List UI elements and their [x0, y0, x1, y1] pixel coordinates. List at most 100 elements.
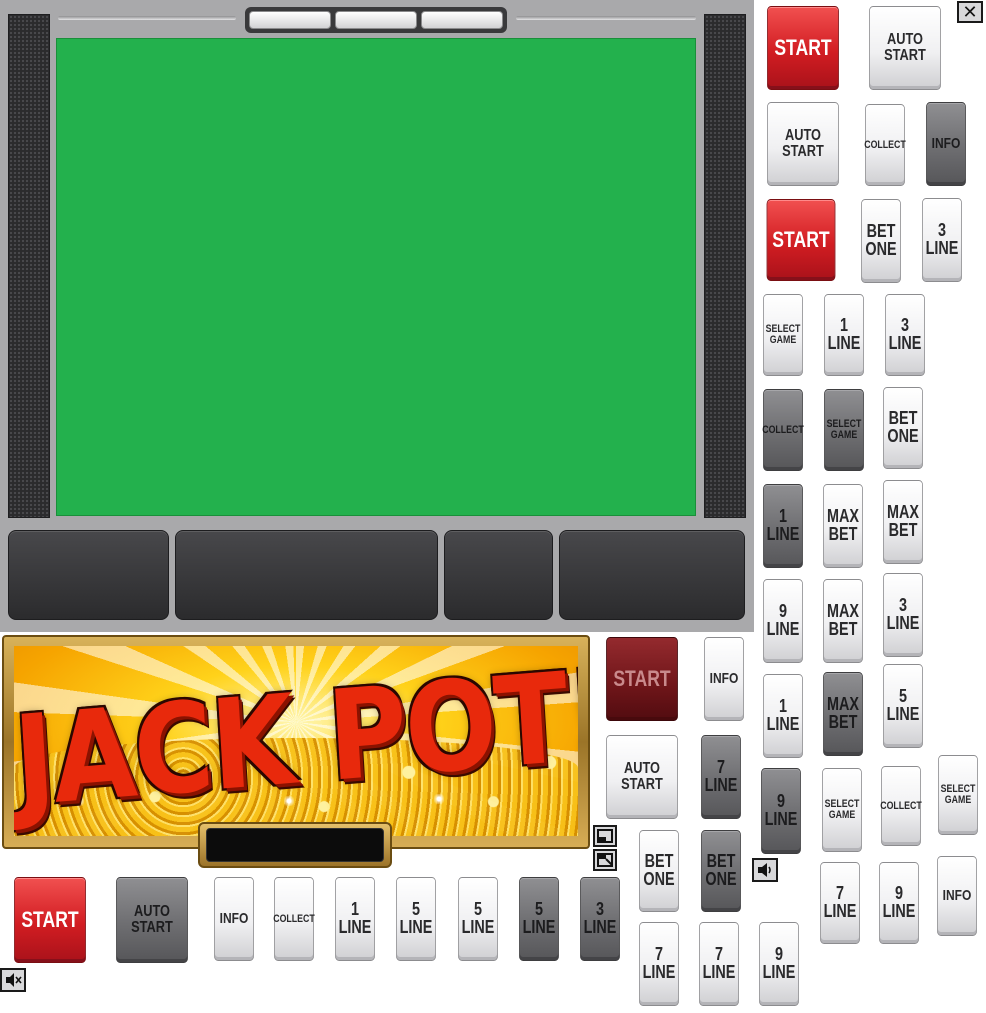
bottom-display-panel-3 [444, 530, 553, 620]
max-bet-button[interactable]: MAX BET [883, 480, 923, 564]
3-line-button[interactable]: 3 LINE [922, 198, 962, 282]
max-bet-button[interactable]: MAX BET [823, 672, 863, 756]
collect-button[interactable]: COLLECT [762, 389, 804, 471]
7-line-button[interactable]: 7 LINE [820, 862, 860, 944]
start-button[interactable]: START [766, 199, 836, 281]
select-game-button[interactable]: SELECT GAME [763, 294, 803, 376]
select-game-button[interactable]: SELECT GAME [824, 389, 864, 471]
button-label: SELECT GAME [826, 418, 862, 441]
start-button-disabled[interactable]: START [606, 637, 678, 721]
button-label: INFO [709, 669, 739, 687]
3-line-button[interactable]: 3 LINE [883, 573, 923, 657]
9-line-button[interactable]: 9 LINE [759, 922, 799, 1006]
bet-one-button[interactable]: BET ONE [639, 830, 679, 912]
jackpot-banner: JACK POT! [14, 646, 578, 836]
auto-start-button[interactable]: AUTO START [116, 877, 188, 963]
collapse-window-icon[interactable] [593, 825, 617, 847]
info-button[interactable]: INFO [926, 102, 966, 186]
button-label: INFO [219, 909, 249, 927]
collect-button[interactable]: COLLECT [864, 104, 906, 186]
sound-mute-icon[interactable] [0, 968, 26, 992]
button-label: 1 LINE [766, 696, 800, 734]
button-label: 9 LINE [766, 601, 800, 639]
auto-start-button[interactable]: AUTO START [767, 102, 839, 186]
1-line-button[interactable]: 1 LINE [335, 877, 375, 961]
bet-one-button[interactable]: BET ONE [883, 387, 923, 469]
button-label: START [21, 907, 79, 933]
auto-start-button[interactable]: AUTO START [606, 735, 678, 819]
info-button[interactable]: INFO [214, 877, 254, 961]
sound-on-icon[interactable] [752, 858, 778, 882]
credit-display [206, 828, 384, 862]
7-line-button[interactable]: 7 LINE [639, 922, 679, 1006]
max-bet-button[interactable]: MAX BET [823, 579, 863, 663]
1-line-button[interactable]: 1 LINE [763, 484, 803, 568]
button-label: 3 LINE [888, 315, 922, 353]
expand-window-icon[interactable] [593, 849, 617, 871]
button-label: BET ONE [643, 851, 675, 889]
button-label: START [772, 227, 830, 253]
button-label: COLLECT [762, 423, 804, 436]
button-label: 7 LINE [702, 944, 736, 982]
info-button[interactable]: INFO [704, 637, 744, 721]
button-label: MAX BET [887, 502, 919, 540]
button-label: SELECT GAME [765, 323, 801, 346]
button-label: BET ONE [887, 408, 919, 446]
button-label: AUTO START [621, 760, 663, 793]
bet-one-button[interactable]: BET ONE [701, 830, 741, 912]
bet-one-button[interactable]: BET ONE [861, 199, 901, 283]
top-tab-2[interactable] [335, 11, 417, 29]
button-label: 5 LINE [399, 899, 433, 937]
top-tab-3[interactable] [421, 11, 503, 29]
5-line-button[interactable]: 5 LINE [519, 877, 559, 961]
5-line-button[interactable]: 5 LINE [396, 877, 436, 961]
collect-button[interactable]: COLLECT [880, 766, 922, 846]
button-label: COLLECT [880, 799, 922, 812]
7-line-button[interactable]: 7 LINE [699, 922, 739, 1006]
button-label: MAX BET [827, 601, 859, 639]
button-label: 1 LINE [827, 315, 861, 353]
select-game-button[interactable]: SELECT GAME [822, 768, 862, 852]
bottom-display-panel-1 [8, 530, 169, 620]
top-tab-1[interactable] [249, 11, 331, 29]
3-line-button[interactable]: 3 LINE [580, 877, 620, 961]
button-label: START [774, 35, 832, 61]
game-screen [56, 38, 696, 516]
button-label: SELECT GAME [824, 798, 860, 821]
start-button[interactable]: START [14, 877, 86, 963]
button-label: MAX BET [827, 694, 859, 732]
start-button[interactable]: START [767, 6, 839, 90]
max-bet-button[interactable]: MAX BET [823, 484, 863, 568]
button-label: 7 LINE [642, 944, 676, 982]
1-line-button[interactable]: 1 LINE [824, 294, 864, 376]
9-line-button[interactable]: 9 LINE [763, 579, 803, 663]
button-label: MAX BET [827, 506, 859, 544]
button-label: 1 LINE [766, 506, 800, 544]
button-label: 7 LINE [704, 757, 738, 795]
button-label: 5 LINE [522, 899, 556, 937]
button-label: 7 LINE [823, 883, 857, 921]
9-line-button[interactable]: 9 LINE [879, 862, 919, 944]
3-line-button[interactable]: 3 LINE [885, 294, 925, 376]
button-label: 1 LINE [338, 899, 372, 937]
close-icon[interactable]: ✕ [957, 1, 983, 23]
5-line-button[interactable]: 5 LINE [458, 877, 498, 961]
button-label: AUTO START [884, 31, 926, 64]
select-game-button[interactable]: SELECT GAME [938, 755, 978, 835]
button-label: INFO [931, 134, 961, 152]
button-label: 3 LINE [925, 220, 959, 258]
button-label: COLLECT [864, 138, 906, 151]
9-line-button[interactable]: 9 LINE [761, 768, 801, 854]
button-label: AUTO START [131, 903, 173, 936]
button-label: 5 LINE [461, 899, 495, 937]
1-line-button[interactable]: 1 LINE [763, 674, 803, 758]
auto-start-button[interactable]: AUTO START [869, 6, 941, 90]
info-button[interactable]: INFO [937, 856, 977, 936]
button-label: BET ONE [865, 221, 897, 259]
button-label: INFO [942, 886, 972, 904]
7-line-button[interactable]: 7 LINE [701, 735, 741, 819]
button-label: AUTO START [782, 127, 824, 160]
5-line-button[interactable]: 5 LINE [883, 664, 923, 748]
button-label: 3 LINE [583, 899, 617, 937]
collect-button[interactable]: COLLECT [273, 877, 315, 961]
